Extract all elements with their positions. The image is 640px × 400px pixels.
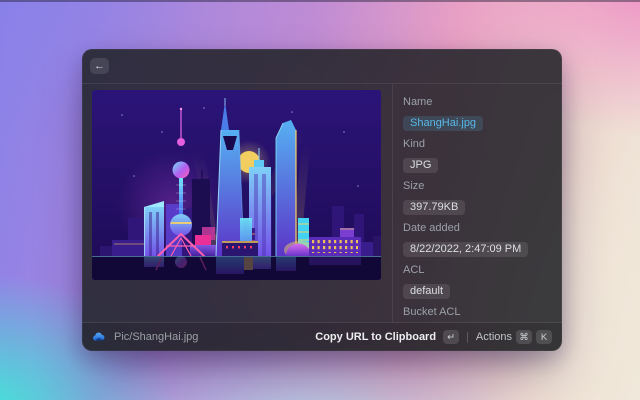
back-button[interactable]: ← [90, 58, 109, 74]
metadata-field-kind: Kind JPG [403, 138, 552, 173]
metadata-field-name: Name ShangHai.jpg [403, 96, 552, 131]
screen-top-edge [0, 0, 640, 2]
preview-pane [82, 84, 392, 322]
date-added-tag: 8/22/2022, 2:47:09 PM [403, 242, 528, 257]
copy-url-label: Copy URL to Clipboard [315, 331, 436, 343]
cloud-icon [92, 330, 106, 344]
field-label: Name [403, 96, 552, 109]
size-tag: 397.79KB [403, 200, 465, 215]
actions-button[interactable]: Actions ⌘ K [476, 330, 552, 344]
window-header: ← [82, 49, 562, 83]
cmd-key-icon: ⌘ [516, 330, 532, 344]
metadata-field-size: Size 397.79KB [403, 180, 552, 215]
metadata-field-bucket-acl: Bucket ACL private [403, 306, 552, 322]
copy-url-button[interactable]: Copy URL to Clipboard ↵ [315, 330, 459, 344]
field-label: Size [403, 180, 552, 193]
field-label: Kind [403, 138, 552, 151]
action-bar: Pic/ShangHai.jpg Copy URL to Clipboard ↵… [82, 323, 562, 351]
field-label: Bucket ACL [403, 306, 552, 319]
metadata-field-date-added: Date added 8/22/2022, 2:47:09 PM [403, 222, 552, 257]
shanghai-illustration [92, 90, 381, 280]
image-preview [92, 90, 381, 280]
file-path: Pic/ShangHai.jpg [114, 331, 198, 343]
acl-tag: default [403, 284, 450, 299]
window-body: Name ShangHai.jpg Kind JPG Size 397.79KB… [82, 84, 562, 322]
actions-label: Actions [476, 331, 512, 343]
k-key-icon: K [536, 330, 552, 344]
return-key-icon: ↵ [443, 330, 459, 344]
field-label: ACL [403, 264, 552, 277]
field-label: Date added [403, 222, 552, 235]
file-preview-window: ← [82, 49, 562, 351]
desktop-background: ← [0, 0, 640, 400]
action-bar-separator: | [466, 331, 469, 343]
kind-tag: JPG [403, 158, 438, 173]
back-arrow-icon: ← [94, 61, 105, 72]
name-tag: ShangHai.jpg [403, 116, 483, 131]
metadata-panel: Name ShangHai.jpg Kind JPG Size 397.79KB… [393, 84, 562, 322]
metadata-field-acl: ACL default [403, 264, 552, 299]
